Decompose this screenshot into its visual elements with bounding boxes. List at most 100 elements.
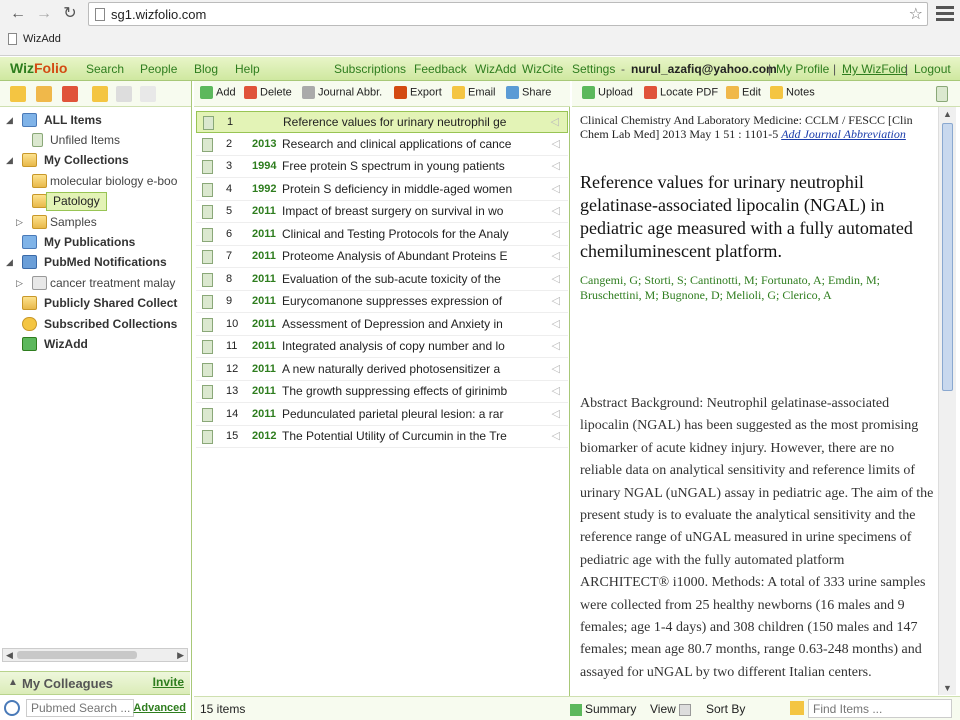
collapse-icon[interactable]: ◢ bbox=[6, 110, 16, 130]
collapse-icon[interactable]: ◢ bbox=[6, 150, 16, 170]
journal-abbr-button[interactable]: Journal Abbr. bbox=[302, 86, 382, 99]
scroll-down-icon[interactable]: ▼ bbox=[943, 683, 952, 693]
tree-my-publications[interactable]: My Publications bbox=[6, 232, 190, 252]
nav-people[interactable]: People bbox=[140, 62, 177, 76]
nav-subscriptions[interactable]: Subscriptions bbox=[334, 62, 406, 76]
expand-icon[interactable]: ▲ bbox=[8, 677, 18, 688]
expand-icon[interactable]: ▷ bbox=[16, 212, 26, 232]
nav-my-wizfolio[interactable]: My WizFolio bbox=[842, 62, 907, 76]
view-button[interactable]: View bbox=[650, 702, 692, 716]
edit-folder-icon[interactable] bbox=[36, 86, 52, 102]
share-item-icon[interactable]: ◁ bbox=[552, 272, 560, 285]
scroll-up-icon[interactable]: ▲ bbox=[943, 109, 952, 119]
nav-wizcite[interactable]: WizCite bbox=[522, 62, 563, 76]
share-item-icon[interactable]: ◁ bbox=[552, 249, 560, 262]
list-item[interactable]: 12 2011 A new naturally derived photosensi… bbox=[196, 359, 568, 381]
list-item[interactable]: 7 2011 Proteome Analysis of Abundant Prote… bbox=[196, 246, 568, 268]
list-item[interactable]: 14 2011 Pedunculated parietal pleural lesi… bbox=[196, 404, 568, 426]
settings-gear-icon[interactable] bbox=[116, 86, 132, 102]
collapse-icon[interactable]: ◢ bbox=[6, 252, 16, 272]
tree-pubmed-notifications[interactable]: ◢ PubMed Notifications bbox=[6, 252, 190, 272]
share-item-icon[interactable]: ◁ bbox=[552, 182, 560, 195]
scrollbar-thumb[interactable] bbox=[942, 123, 953, 391]
share-item-icon[interactable]: ◁ bbox=[552, 339, 560, 352]
new-folder-icon[interactable] bbox=[10, 86, 26, 102]
edit-button[interactable]: Edit bbox=[726, 86, 761, 99]
upload-button[interactable]: Upload bbox=[582, 86, 633, 99]
list-item[interactable]: 3 1994 Free protein S spectrum in young pa… bbox=[196, 156, 568, 178]
scroll-right-icon[interactable]: ▶ bbox=[177, 649, 184, 661]
list-item[interactable]: 4 1992 Protein S deficiency in middle-aged… bbox=[196, 179, 568, 201]
tree-wizadd[interactable]: WizAdd bbox=[6, 334, 190, 354]
tree-subscribed[interactable]: Subscribed Collections bbox=[6, 314, 190, 334]
find-items-input[interactable] bbox=[808, 699, 952, 718]
list-item[interactable]: 1 Reference values for urinary neutrophil… bbox=[196, 111, 568, 133]
tree-molecular-biology[interactable]: molecular biology e-boo bbox=[6, 171, 190, 191]
share-folder-icon[interactable] bbox=[92, 86, 108, 102]
tree-unfiled-items[interactable]: Unfiled Items bbox=[6, 130, 190, 150]
list-item[interactable]: 10 2011 Assessment of Depression and Anxie… bbox=[196, 314, 568, 336]
tree-cancer-treatment[interactable]: ▷ cancer treatment malay bbox=[6, 273, 190, 293]
detail-vertical-scrollbar[interactable]: ▲ ▼ bbox=[938, 107, 956, 695]
bookmark-star-icon[interactable]: ☆ bbox=[909, 4, 923, 24]
nav-wizadd[interactable]: WizAdd bbox=[475, 62, 516, 76]
delete-folder-icon[interactable] bbox=[62, 86, 78, 102]
advanced-search-link[interactable]: Advanced bbox=[133, 702, 186, 714]
share-item-icon[interactable]: ◁ bbox=[552, 227, 560, 240]
list-item[interactable]: 15 2012 The Potential Utility of Curcumin … bbox=[196, 426, 568, 448]
scroll-left-icon[interactable]: ◀ bbox=[6, 649, 13, 661]
share-item-icon[interactable]: ◁ bbox=[552, 317, 560, 330]
add-button[interactable]: Add bbox=[200, 86, 236, 99]
expand-icon[interactable]: ▷ bbox=[16, 273, 26, 293]
invite-link[interactable]: Invite bbox=[153, 675, 184, 689]
colleagues-label[interactable]: My Colleagues bbox=[22, 676, 113, 691]
share-button[interactable]: Share bbox=[506, 86, 551, 99]
share-item-icon[interactable]: ◁ bbox=[551, 115, 559, 128]
share-item-icon[interactable]: ◁ bbox=[552, 137, 560, 150]
share-item-icon[interactable]: ◁ bbox=[552, 294, 560, 307]
browser-menu-icon[interactable] bbox=[936, 6, 954, 22]
address-bar[interactable]: sg1.wizfolio.com ☆ bbox=[88, 2, 928, 26]
notes-button[interactable]: Notes bbox=[770, 86, 815, 99]
locate-pdf-button[interactable]: Locate PDF bbox=[644, 86, 718, 99]
tree-my-collections[interactable]: ◢ My Collections bbox=[6, 150, 190, 170]
forward-arrow-icon[interactable]: → bbox=[34, 4, 54, 24]
bookmark-wizadd[interactable]: WizAdd bbox=[23, 33, 61, 45]
summary-button[interactable]: Summary bbox=[570, 702, 636, 716]
share-item-icon[interactable]: ◁ bbox=[552, 384, 560, 397]
sort-by-button[interactable]: Sort By bbox=[706, 702, 745, 716]
refresh-icon[interactable] bbox=[140, 86, 156, 102]
list-item[interactable]: 2 2013 Research and clinical applications … bbox=[196, 134, 568, 156]
tree-all-items[interactable]: ◢ ALL Items bbox=[6, 110, 190, 130]
nav-my-profile[interactable]: My Profile bbox=[776, 62, 829, 76]
share-item-icon[interactable]: ◁ bbox=[552, 204, 560, 217]
scrollbar-thumb[interactable] bbox=[17, 651, 137, 659]
export-button[interactable]: Export bbox=[394, 86, 442, 99]
share-item-icon[interactable]: ◁ bbox=[552, 407, 560, 420]
list-item[interactable]: 6 2011 Clinical and Testing Protocols for … bbox=[196, 224, 568, 246]
pubmed-search-input[interactable] bbox=[26, 699, 134, 717]
nav-settings[interactable]: Settings bbox=[572, 62, 615, 76]
list-item[interactable]: 11 2011 Integrated analysis of copy number… bbox=[196, 336, 568, 358]
tree-samples[interactable]: ▷ Samples bbox=[6, 212, 190, 232]
email-button[interactable]: Email bbox=[452, 86, 496, 99]
add-journal-abbreviation-link[interactable]: Add Journal Abbreviation bbox=[781, 127, 906, 141]
nav-search[interactable]: Search bbox=[86, 62, 124, 76]
back-arrow-icon[interactable]: ← bbox=[8, 4, 28, 24]
share-item-icon[interactable]: ◁ bbox=[552, 362, 560, 375]
nav-help[interactable]: Help bbox=[235, 62, 260, 76]
list-item[interactable]: 13 2011 The growth suppressing effects of … bbox=[196, 381, 568, 403]
list-item[interactable]: 9 2011 Eurycomanone suppresses expression … bbox=[196, 291, 568, 313]
list-item[interactable]: 8 2011 Evaluation of the sub-acute toxicit… bbox=[196, 269, 568, 291]
share-item-icon[interactable]: ◁ bbox=[552, 159, 560, 172]
sidebar-horizontal-scrollbar[interactable]: ◀ ▶ bbox=[2, 648, 188, 662]
url-text[interactable]: sg1.wizfolio.com bbox=[111, 7, 206, 22]
nav-blog[interactable]: Blog bbox=[194, 62, 218, 76]
tree-publicly-shared[interactable]: Publicly Shared Collect bbox=[6, 293, 190, 313]
tree-patology[interactable]: Patology bbox=[6, 191, 190, 211]
nav-feedback[interactable]: Feedback bbox=[414, 62, 467, 76]
share-item-icon[interactable]: ◁ bbox=[552, 429, 560, 442]
document-icon[interactable] bbox=[936, 86, 948, 102]
nav-logout[interactable]: Logout bbox=[914, 62, 951, 76]
wizfolio-logo[interactable]: WizFolio bbox=[10, 60, 67, 76]
